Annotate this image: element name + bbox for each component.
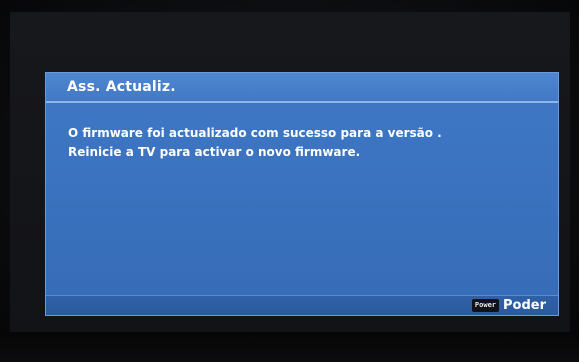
power-action-label: Poder	[503, 298, 546, 313]
power-key-icon: Power	[471, 299, 499, 312]
message-line-restart: Reinicie a TV para activar o novo firmwa…	[68, 145, 361, 159]
dialog-message: O firmware foi actualizado com sucesso p…	[68, 124, 548, 162]
tv-bottom-bezel	[0, 332, 579, 362]
dialog-footer: Power Poder	[46, 295, 558, 315]
tv-frame: Ass. Actualiz. O firmware foi actualizad…	[0, 0, 579, 362]
power-button-hint[interactable]: Power Poder	[471, 297, 546, 314]
tv-screen: Ass. Actualiz. O firmware foi actualizad…	[10, 12, 570, 332]
update-dialog: Ass. Actualiz. O firmware foi actualizad…	[45, 72, 559, 316]
dialog-title: Ass. Actualiz.	[46, 73, 558, 103]
message-line-success: O firmware foi actualizado com sucesso p…	[68, 126, 442, 140]
